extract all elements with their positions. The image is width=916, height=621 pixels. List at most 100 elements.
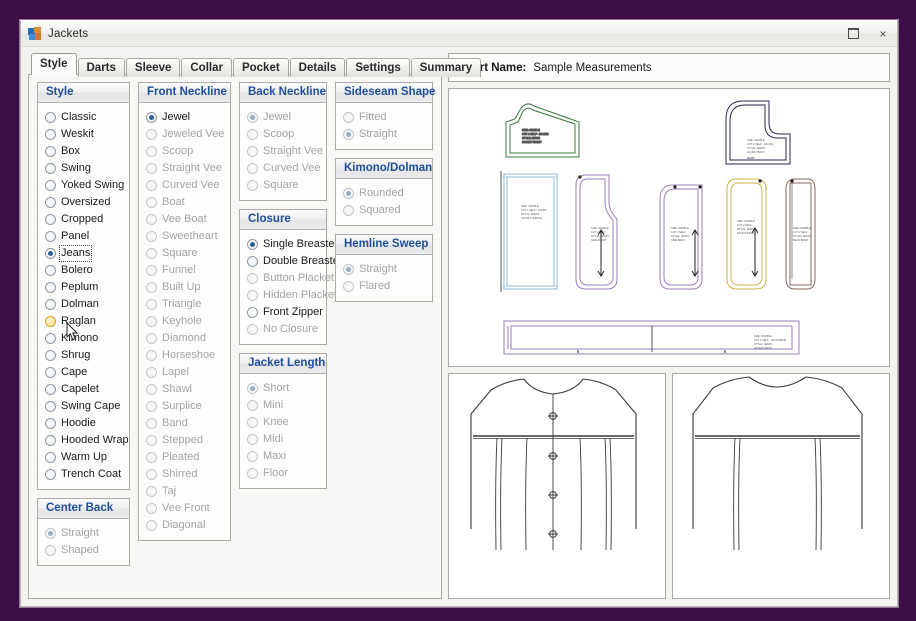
svg-text:STYLE: JEANS: STYLE: JEANS — [754, 342, 772, 346]
radio-kimono[interactable]: Kimono — [45, 330, 125, 347]
svg-text:SIZE: SAMPLE: SIZE: SAMPLE — [754, 334, 772, 338]
radio-funnel: Funnel — [146, 262, 226, 279]
tab-style[interactable]: Style — [31, 53, 77, 75]
group-sideseam-shape-title: Sideseam Shape — [336, 83, 435, 103]
radio-bolero[interactable]: Bolero — [45, 262, 125, 279]
radio-floor: Floor — [247, 465, 322, 482]
radio-jewel[interactable]: Jewel — [146, 109, 226, 126]
screen-root: Jackets × Style Darts Sleeve Collar Pock… — [0, 0, 916, 621]
radio-weskit[interactable]: Weskit — [45, 126, 125, 143]
radio-keyhole: Keyhole — [146, 313, 226, 330]
radio-short: Short — [247, 380, 322, 397]
radio-dolman[interactable]: Dolman — [45, 296, 125, 313]
radio-label: Jewel — [263, 111, 292, 123]
radio-rounded: Rounded — [343, 185, 428, 202]
radio-cape[interactable]: Cape — [45, 364, 125, 381]
radio-swing[interactable]: Swing — [45, 160, 125, 177]
tab-summary[interactable]: Summary — [410, 58, 482, 77]
radio-no-closure: No Closure — [247, 321, 322, 338]
radio-indicator-icon — [45, 163, 56, 174]
radio-label: Panel — [61, 230, 90, 242]
jackets-window: Jackets × Style Darts Sleeve Collar Pock… — [20, 20, 898, 607]
radio-indicator-icon — [247, 129, 258, 140]
group-hemline-sweep-options: Straight Flared — [336, 255, 432, 301]
radio-label: Diamond — [162, 332, 207, 344]
radio-cropped[interactable]: Cropped — [45, 211, 125, 228]
radio-indicator-icon — [146, 384, 157, 395]
restore-button[interactable] — [845, 26, 861, 42]
pattern-pieces-canvas[interactable]: SIZE: SAMPLE CUT 2 SELF - FACING STYLE: … — [448, 88, 890, 367]
pattern-pieces-drawing: SIZE: SAMPLE CUT 2 SELF - FACING STYLE: … — [500, 100, 816, 355]
radio-square: Square — [247, 177, 322, 194]
radio-indicator-icon — [45, 384, 56, 395]
radio-warm-up[interactable]: Warm Up — [45, 449, 125, 466]
chart-name-value: Sample Measurements — [533, 61, 652, 74]
radio-label: Shawl — [162, 383, 192, 395]
radio-indicator-icon — [45, 350, 56, 361]
tab-collar[interactable]: Collar — [181, 58, 232, 77]
radio-indicator-icon — [146, 350, 157, 361]
radio-double-breasted[interactable]: Double Breasted — [247, 253, 345, 270]
radio-single-breasted[interactable]: Single Breasted — [247, 236, 341, 253]
group-front-neckline-options: Jewel Jeweled Vee Scoop Straight Vee Curved … — [139, 103, 230, 540]
back-view-panel[interactable] — [672, 373, 890, 599]
radio-panel[interactable]: Panel — [45, 228, 125, 245]
radio-label: Keyhole — [162, 315, 202, 327]
tab-details[interactable]: Details — [289, 58, 346, 77]
radio-straight: Straight — [343, 126, 428, 143]
radio-label: Hooded Wrap — [61, 434, 129, 446]
tab-sleeve[interactable]: Sleeve — [125, 58, 181, 77]
radio-front-zipper[interactable]: Front Zipper — [247, 304, 323, 321]
radio-knee: Knee — [247, 414, 322, 431]
radio-hooded-wrap[interactable]: Hooded Wrap — [45, 432, 129, 449]
radio-box[interactable]: Box — [45, 143, 125, 160]
group-back-neckline-options: Jewel Scoop Straight Vee Curved Vee Square — [240, 103, 326, 200]
radio-oversized[interactable]: Oversized — [45, 194, 125, 211]
radio-label: Scoop — [263, 128, 295, 140]
radio-jeans[interactable]: Jeans — [45, 245, 125, 262]
tab-pocket[interactable]: Pocket — [232, 58, 289, 77]
radio-label: Jeans — [58, 245, 93, 262]
radio-label: Floor — [263, 467, 289, 479]
radio-indicator-icon — [247, 434, 258, 445]
radio-label: Bolero — [61, 264, 93, 276]
front-view-panel[interactable] — [448, 373, 666, 599]
radio-indicator-icon — [45, 265, 56, 276]
radio-indicator-icon — [45, 248, 56, 259]
radio-capelet[interactable]: Capelet — [45, 381, 125, 398]
close-icon[interactable]: × — [875, 26, 891, 42]
group-jacket-length: Jacket Length Short Mini Knee Midi Maxi Floor — [239, 353, 327, 489]
radio-built-up: Built Up — [146, 279, 226, 296]
svg-text:CUT 2 SELF - LINING: CUT 2 SELF - LINING — [521, 208, 547, 212]
radio-raglan[interactable]: Raglan — [45, 313, 125, 330]
group-style-title: Style — [38, 83, 129, 103]
radio-label: Stepped — [162, 434, 203, 446]
radio-indicator-icon — [45, 316, 56, 327]
radio-horseshoe: Horseshoe — [146, 347, 226, 364]
radio-indicator-icon — [343, 112, 354, 123]
tab-settings[interactable]: Settings — [346, 58, 410, 77]
radio-yoked-swing[interactable]: Yoked Swing — [45, 177, 125, 194]
style-tab-page: Style Classic Weskit Box Swing Yoked Swing Ov… — [28, 74, 442, 599]
radio-indicator-icon — [146, 248, 157, 259]
radio-label: Pleated — [162, 451, 200, 463]
tab-darts[interactable]: Darts — [77, 58, 125, 77]
radio-label: Shrug — [61, 349, 91, 361]
radio-indicator-icon — [45, 146, 56, 157]
radio-indicator-icon — [247, 307, 258, 318]
radio-midi: Midi — [247, 431, 322, 448]
radio-label: Hoodie — [61, 417, 96, 429]
radio-indicator-icon — [45, 231, 56, 242]
radio-peplum[interactable]: Peplum — [45, 279, 125, 296]
radio-label: Shaped — [61, 544, 99, 556]
radio-hoodie[interactable]: Hoodie — [45, 415, 125, 432]
radio-classic[interactable]: Classic — [45, 109, 125, 126]
svg-text:SIDE FRONT: SIDE FRONT — [591, 238, 607, 242]
radio-label: Surplice — [162, 400, 202, 412]
radio-indicator-icon — [247, 383, 258, 394]
radio-trench-coat[interactable]: Trench Coat — [45, 466, 125, 483]
radio-indicator-icon — [45, 299, 56, 310]
radio-shrug[interactable]: Shrug — [45, 347, 125, 364]
radio-swing-cape[interactable]: Swing Cape — [45, 398, 125, 415]
radio-indicator-icon — [45, 545, 56, 556]
